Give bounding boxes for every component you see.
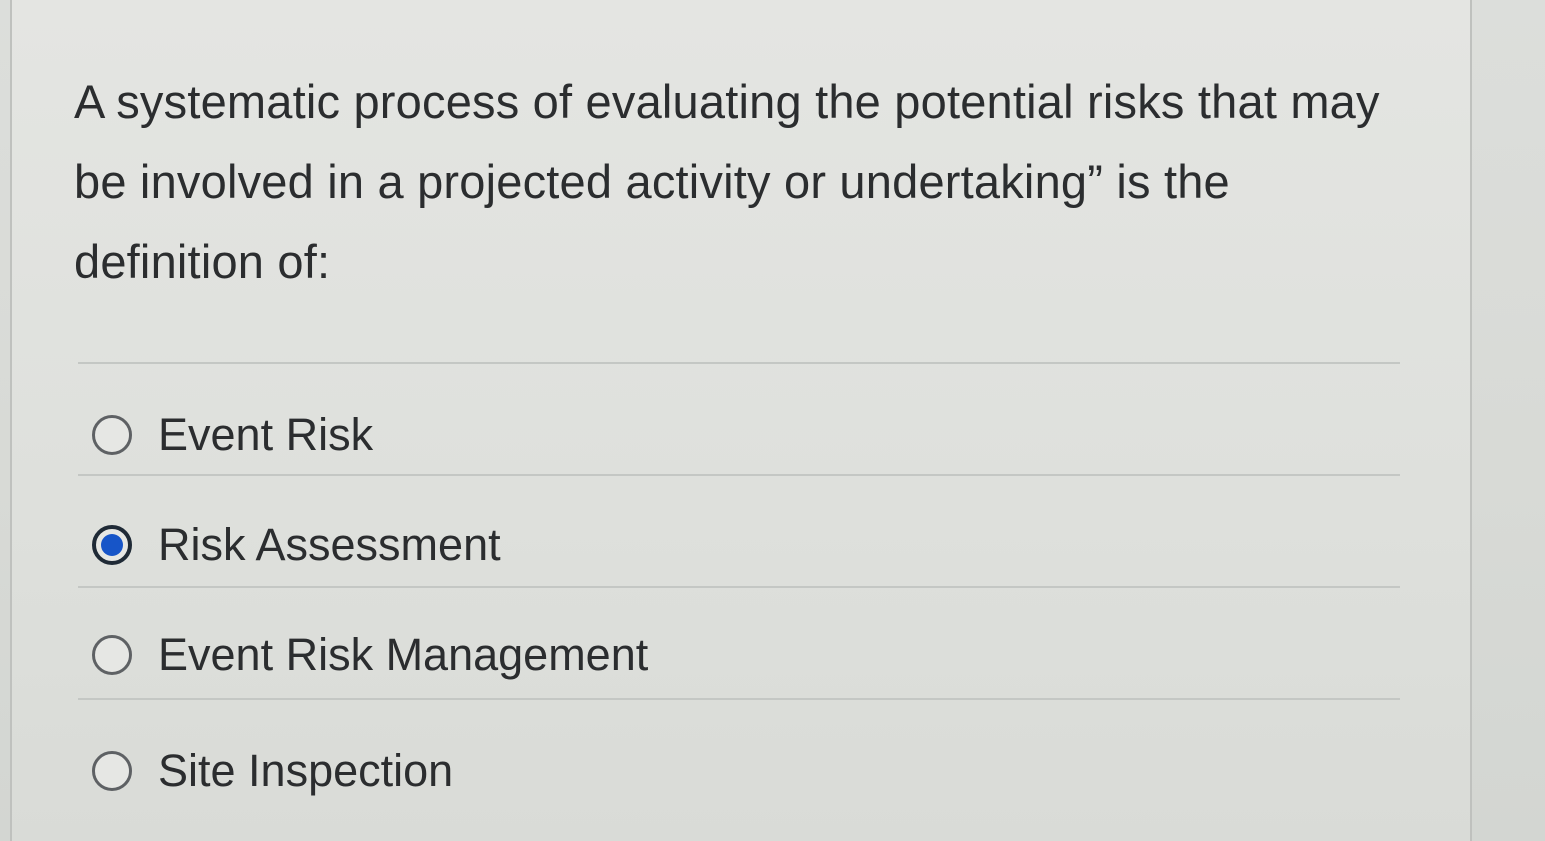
radio-button-checked[interactable]: [92, 525, 132, 565]
screen-background: A systematic process of evaluating the p…: [0, 0, 1545, 841]
option-site-inspection[interactable]: Site Inspection: [92, 736, 453, 806]
divider: [78, 474, 1400, 476]
option-risk-assessment[interactable]: Risk Assessment: [92, 510, 501, 580]
radio-button-unchecked[interactable]: [92, 635, 132, 675]
radio-button-unchecked[interactable]: [92, 751, 132, 791]
divider: [78, 698, 1400, 700]
quiz-question-card: A systematic process of evaluating the p…: [10, 0, 1472, 841]
option-label: Event Risk: [158, 409, 374, 460]
divider: [78, 586, 1400, 588]
option-label: Risk Assessment: [158, 519, 501, 570]
option-event-risk[interactable]: Event Risk: [92, 400, 373, 470]
option-label: Event Risk Management: [158, 629, 649, 680]
radio-button-unchecked[interactable]: [92, 415, 132, 455]
option-event-risk-management[interactable]: Event Risk Management: [92, 620, 648, 690]
question-text: A systematic process of evaluating the p…: [74, 75, 1380, 288]
divider: [78, 362, 1400, 364]
option-label: Site Inspection: [158, 745, 454, 796]
